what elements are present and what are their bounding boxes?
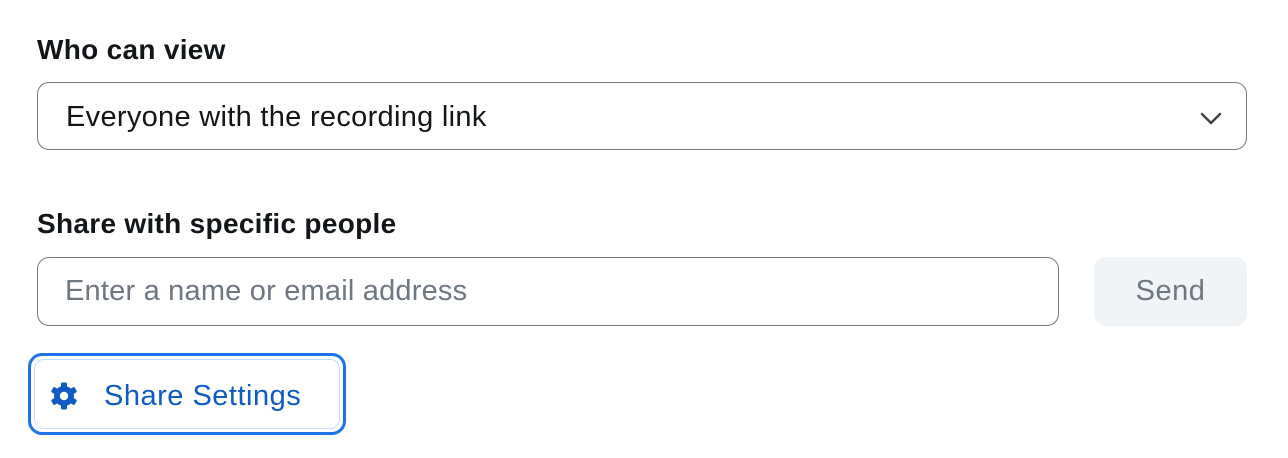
share-settings-button[interactable]: Share Settings [28,353,346,435]
who-can-view-selected-value: Everyone with the recording link [66,101,487,133]
name-or-email-input[interactable] [37,257,1059,326]
who-can-view-dropdown[interactable]: Everyone with the recording link [37,82,1247,150]
gear-icon [51,382,77,410]
share-with-people-label: Share with specific people [37,208,397,239]
who-can-view-label: Who can view [37,34,226,65]
send-button[interactable]: Send [1094,257,1247,326]
share-settings-label: Share Settings [104,380,302,412]
chevron-down-icon [1200,112,1222,125]
